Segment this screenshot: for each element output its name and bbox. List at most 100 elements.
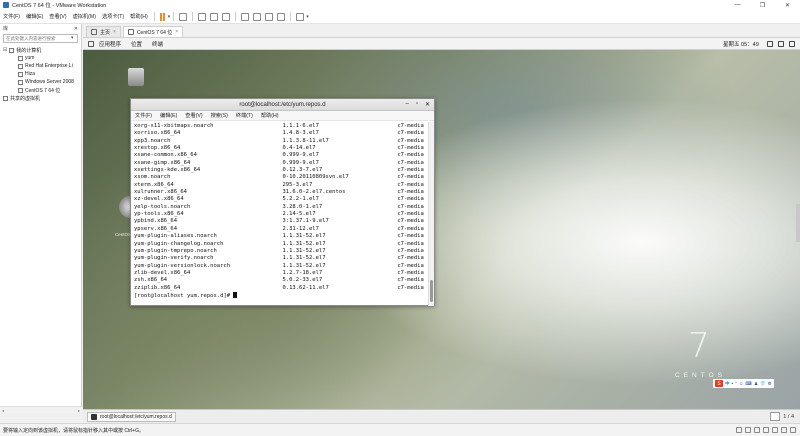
- tab-close-icon[interactable]: ×: [113, 29, 116, 35]
- guest-edge-handle[interactable]: [796, 204, 800, 242]
- ime-settings-icon[interactable]: ⚙: [768, 381, 772, 387]
- console-view-dropdown-icon[interactable]: ▾: [306, 14, 309, 20]
- terminal-menu-view[interactable]: 查看(V): [181, 112, 206, 119]
- tree-vm-centos[interactable]: CentOS 7 64 位: [0, 86, 81, 94]
- revert-snapshot-icon[interactable]: [210, 12, 219, 21]
- snapshot-icon[interactable]: [198, 12, 207, 21]
- package-repo: c7-media: [397, 181, 424, 188]
- terminal-window[interactable]: root@localhost:/etc/yum.repos.d – ▫ ✕ 文件…: [130, 98, 435, 306]
- unity-icon[interactable]: [277, 12, 286, 21]
- sogou-ime-icon[interactable]: S: [715, 380, 723, 387]
- snapshot-manager-icon[interactable]: [222, 12, 231, 21]
- send-ctrl-alt-del-icon[interactable]: [179, 12, 188, 21]
- collapse-icon[interactable]: ⊟: [3, 47, 7, 53]
- show-library-icon[interactable]: [241, 12, 250, 21]
- package-repo: c7-media: [397, 130, 424, 137]
- ime-tools-icon[interactable]: ♟: [754, 381, 758, 387]
- tab-centos[interactable]: CentOS 7 64 位 ×: [122, 26, 184, 37]
- menu-vm[interactable]: 虚拟机(M): [70, 13, 99, 20]
- console-view-icon[interactable]: [296, 12, 305, 21]
- terminal-line: ypserv.x86_64 2.31-12.el7 c7-media: [134, 226, 427, 233]
- package-repo: c7-media: [397, 284, 424, 291]
- terminal-menu-terminal[interactable]: 终端(T): [232, 112, 257, 119]
- terminal-menu-edit[interactable]: 编辑(E): [156, 112, 181, 119]
- thumbnail-bar-icon[interactable]: [253, 12, 262, 21]
- display-icon[interactable]: [781, 427, 787, 433]
- library-close-icon[interactable]: ✕: [74, 26, 78, 32]
- terminal-menu[interactable]: 终端: [147, 40, 168, 48]
- package-repo: c7-media: [397, 189, 424, 196]
- terminal-line: yum-plugin-versionlock.noarch 1.1.31-52.e…: [134, 263, 427, 270]
- guest-desktop[interactable]: 应用程序 位置 终端 星期五 05：49 CentOS 7 x86_64 7 C…: [83, 38, 800, 409]
- tree-vm-redhat[interactable]: Red Hat Enterprise Li: [0, 62, 81, 70]
- tree-vm-hiza[interactable]: Hiza: [0, 70, 81, 78]
- pause-dropdown-icon[interactable]: ▾: [168, 14, 171, 20]
- network-adapter-icon[interactable]: [754, 427, 760, 433]
- taskbar-terminal-item[interactable]: root@localhost:/etc/yum.repos.d: [87, 411, 176, 422]
- menu-file[interactable]: 文件(F): [0, 13, 23, 20]
- tree-label: CentOS 7 64 位: [25, 87, 61, 94]
- tree-my-computer[interactable]: ⊟ 我的计算机: [0, 46, 81, 54]
- library-horizontal-scrollbar[interactable]: ◂ ▸: [0, 406, 82, 413]
- ime-punctuation-icon[interactable]: •: [732, 381, 734, 386]
- package-repo: c7-media: [397, 159, 424, 166]
- workspace-indicator: 1 / 4: [783, 413, 794, 420]
- applications-menu[interactable]: 应用程序: [94, 40, 126, 48]
- workspace-box[interactable]: [770, 412, 781, 421]
- maximize-button[interactable]: ❐: [750, 0, 775, 10]
- full-screen-icon[interactable]: [265, 12, 274, 21]
- menu-tabs[interactable]: 选项卡(T): [99, 13, 127, 20]
- cd-dvd-icon[interactable]: [745, 427, 751, 433]
- terminal-scrollbar[interactable]: [428, 122, 434, 306]
- terminal-menu-file[interactable]: 文件(F): [131, 112, 156, 119]
- terminal-maximize-button[interactable]: ▫: [416, 101, 418, 108]
- terminal-menu-search[interactable]: 搜索(S): [207, 112, 232, 119]
- hard-disk-icon[interactable]: [736, 427, 742, 433]
- workspace-pager[interactable]: 1 / 4: [770, 412, 794, 421]
- ime-skin-icon[interactable]: 👕: [760, 381, 766, 387]
- menu-view[interactable]: 查看(V): [46, 13, 69, 20]
- pause-icon[interactable]: [159, 12, 166, 21]
- terminal-scrollbar-thumb[interactable]: [430, 280, 433, 302]
- terminal-prompt[interactable]: [root@localhost yum.repos.d]#: [134, 291, 427, 300]
- scroll-left-icon[interactable]: ◂: [2, 408, 4, 413]
- terminal-line: xorriso.x86_64 1.4.8-3.el7 c7-media: [134, 130, 427, 137]
- menu-help[interactable]: 帮助(H): [127, 13, 151, 20]
- ime-fullwidth-icon[interactable]: °: [735, 381, 737, 386]
- messages-icon[interactable]: [790, 427, 796, 433]
- ime-keyboard-icon[interactable]: ⌨: [746, 381, 753, 387]
- tree-label: Hiza: [25, 71, 36, 77]
- package-name: xz-devel.x86_64: [134, 196, 184, 203]
- terminal-close-button[interactable]: ✕: [425, 101, 430, 108]
- terminal-minimize-button[interactable]: –: [405, 101, 408, 108]
- scroll-right-icon[interactable]: ▸: [78, 408, 80, 413]
- volume-icon[interactable]: [778, 41, 784, 47]
- trash-icon[interactable]: [128, 68, 144, 86]
- usb-icon[interactable]: [763, 427, 769, 433]
- search-dropdown-icon[interactable]: ▾: [71, 35, 77, 42]
- tab-close-icon[interactable]: ×: [175, 29, 178, 35]
- terminal-titlebar[interactable]: root@localhost:/etc/yum.repos.d – ▫ ✕: [131, 99, 434, 111]
- places-menu[interactable]: 位置: [126, 40, 147, 48]
- tree-vm-windows-server[interactable]: Windows Server 2008: [0, 78, 81, 86]
- ime-emoji-icon[interactable]: ☺: [739, 381, 744, 386]
- ime-chinese-mode[interactable]: 中: [725, 381, 730, 387]
- package-name: yum-plugin-versionlock.noarch: [134, 262, 231, 269]
- close-button[interactable]: ✕: [775, 0, 800, 10]
- sound-icon[interactable]: [772, 427, 778, 433]
- minimize-button[interactable]: —: [725, 0, 750, 10]
- terminal-icon: [91, 413, 97, 420]
- gnome-bottom-bar: root@localhost:/etc/yum.repos.d 1 / 4: [83, 409, 800, 423]
- menu-edit[interactable]: 编辑(E): [23, 13, 46, 20]
- clock[interactable]: 星期五 05：49: [723, 38, 759, 50]
- power-icon[interactable]: [789, 41, 795, 47]
- tree-shared-vms[interactable]: 共享的虚拟机: [0, 94, 81, 102]
- tab-label: CentOS 7 64 位: [136, 29, 173, 36]
- tree-vm-yum[interactable]: yum: [0, 54, 81, 62]
- library-search-input[interactable]: 在此处键入内容进行搜索 ▾: [3, 34, 78, 43]
- package-version: 1.2.7-18.el7: [282, 269, 323, 276]
- tab-home[interactable]: 主页 ×: [86, 26, 121, 37]
- terminal-output[interactable]: xorg-x11-xbitmaps.noarch 1.1.1-6.el7 c7-me…: [131, 122, 429, 305]
- terminal-menu-help[interactable]: 帮助(H): [257, 112, 283, 119]
- network-icon[interactable]: [767, 41, 773, 47]
